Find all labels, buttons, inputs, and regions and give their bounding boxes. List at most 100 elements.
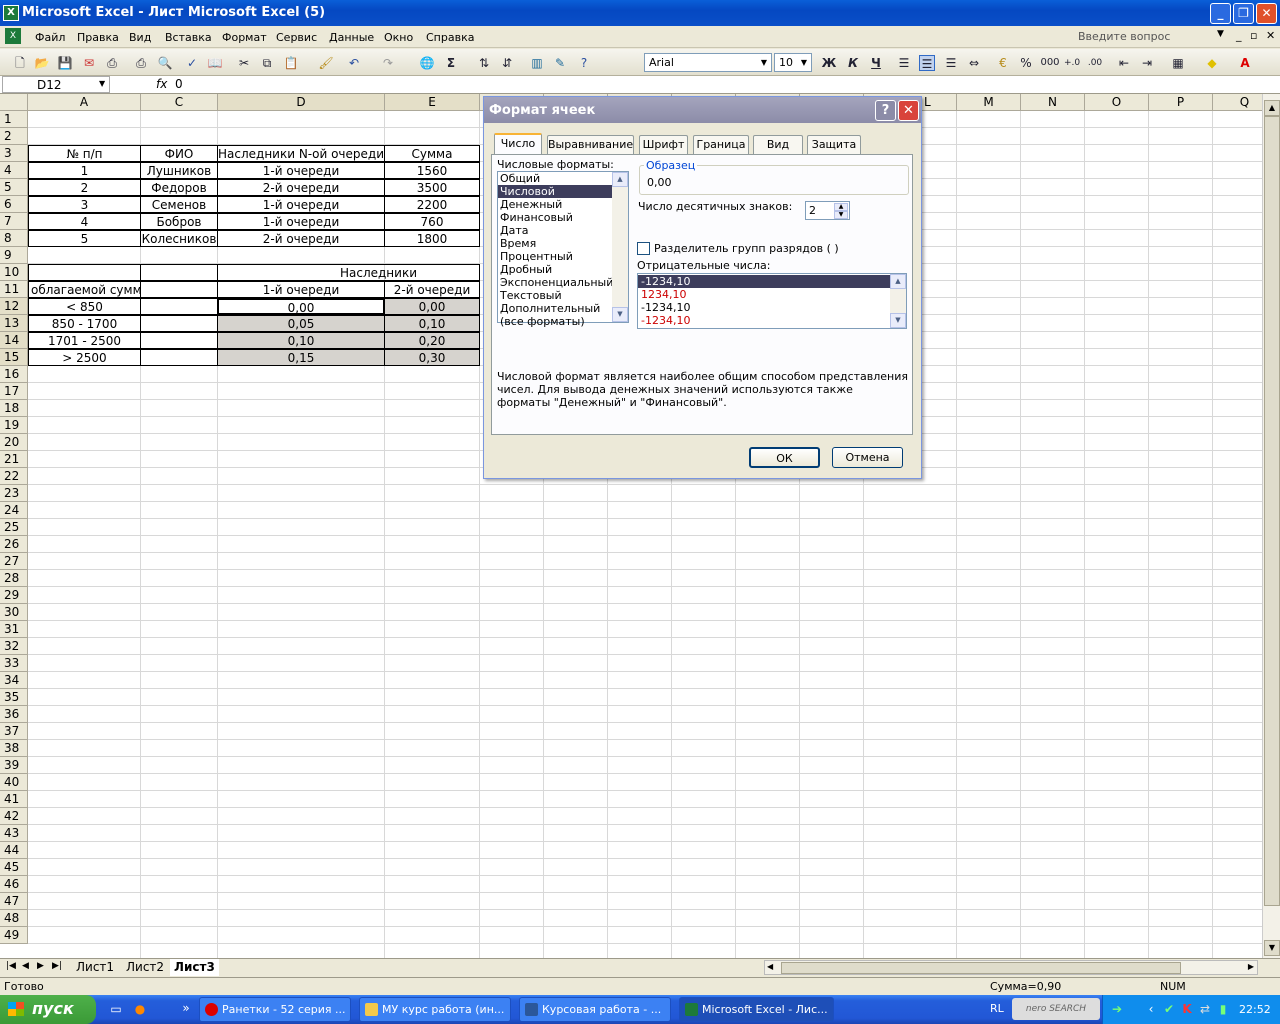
table2-cell[interactable]: < 850 [28,298,141,315]
list-item-selected[interactable]: -1234,10 [638,275,890,288]
row-header[interactable]: 20 [0,434,28,451]
scroll-down-icon[interactable]: ▼ [1264,940,1280,956]
tray-network-icon[interactable]: ⇄ [1197,1001,1213,1017]
scroll-thumb[interactable] [1264,116,1280,906]
row-header[interactable]: 2 [0,128,28,145]
table2-col-a-header[interactable]: облагаемой суммы МРОТ [28,281,141,298]
bold-button[interactable]: Ж [821,55,837,71]
table1-cell[interactable]: Колесников [140,230,218,247]
row-header[interactable]: 37 [0,723,28,740]
list-item[interactable]: Дополнительный [498,302,612,315]
list-scrollbar[interactable]: ▲ ▼ [612,172,628,322]
list-item[interactable]: Экспоненциальный [498,276,613,289]
sheet-tab[interactable]: Лист1 [72,959,118,976]
menu-format[interactable]: Формат [222,31,267,44]
menu-data[interactable]: Данные [329,31,374,44]
doc-minimize-button[interactable]: _ [1236,29,1242,42]
merge-center-icon[interactable]: ⇔ [966,55,982,71]
quicklaunch-firefox-icon[interactable]: ● [132,1001,148,1017]
menu-view[interactable]: Вид [129,31,151,44]
row-header[interactable]: 26 [0,536,28,553]
row-header[interactable]: 39 [0,757,28,774]
task-word[interactable]: Курсовая работа - ... [519,997,671,1022]
tray-antivirus-icon[interactable]: K [1179,1001,1195,1017]
table2-cell[interactable] [140,349,218,366]
quicklaunch-desktop-icon[interactable]: ▭ [108,1001,124,1017]
excel-app-icon[interactable]: X [3,5,19,21]
format-category-list[interactable]: Общий Числовой Денежный Финансовый Дата … [497,171,629,328]
row-header[interactable]: 24 [0,502,28,519]
scroll-up-icon[interactable]: ▲ [890,274,906,289]
function-icon[interactable]: fx [156,77,167,91]
quicklaunch-more-icon[interactable]: » [178,1000,194,1016]
row-header[interactable]: 16 [0,366,28,383]
paste-icon[interactable]: 📋 [283,55,299,71]
column-header[interactable]: P [1149,94,1213,111]
row-header[interactable]: 31 [0,621,28,638]
table1-cell[interactable]: Семенов [140,196,218,213]
first-sheet-icon[interactable]: |◀ [6,961,16,971]
sheet-tab[interactable]: Лист2 [122,959,168,976]
drawing-icon[interactable]: ✎ [552,55,568,71]
table1-cell[interactable]: 5 [28,230,141,247]
column-header[interactable]: M [957,94,1021,111]
percent-button[interactable]: % [1018,55,1034,71]
tray-app-icon[interactable]: ✔ [1161,1001,1177,1017]
tray-arrow-icon[interactable]: ➔ [1109,1001,1125,1017]
task-folder[interactable]: МУ курс работа (ин... [359,997,511,1022]
decrease-decimal-icon[interactable]: .00 [1087,55,1103,71]
table1-cell[interactable]: 3500 [384,179,480,196]
doc-restore-button[interactable]: ▫ [1250,29,1257,42]
menu-file[interactable]: Файл [35,31,65,44]
menu-help[interactable]: Справка [426,31,474,44]
name-box[interactable]: D12 [2,76,110,93]
workbook-icon[interactable]: X [5,28,21,44]
table2-cell[interactable]: 1701 - 2500 [28,332,141,349]
spinner-up-icon[interactable]: ▲ [834,203,848,211]
sort-desc-icon[interactable]: ⇵ [499,55,515,71]
table2-cell[interactable]: 0,30 [384,349,480,366]
nero-search-box[interactable]: nero SEARCH [1012,998,1100,1020]
chart-wizard-icon[interactable]: ▥ [529,55,545,71]
row-header[interactable]: 13 [0,315,28,332]
ask-dropdown-icon[interactable]: ▼ [1217,29,1224,39]
row-header[interactable]: 29 [0,587,28,604]
format-painter-icon[interactable]: 🖌 [318,55,334,71]
print-preview-icon[interactable]: 🔍 [157,55,173,71]
table2-cell[interactable]: 850 - 1700 [28,315,141,332]
row-header[interactable]: 6 [0,196,28,213]
table1-cell[interactable]: 1800 [384,230,480,247]
table1-cell[interactable]: 2200 [384,196,480,213]
list-item[interactable]: -1234,10 [638,301,890,314]
font-color-icon[interactable]: A [1237,55,1253,71]
thousands-button[interactable]: 000 [1040,55,1060,71]
row-header[interactable]: 8 [0,230,28,247]
list-item[interactable]: Финансовый [498,211,612,224]
table2-cell[interactable] [28,264,141,281]
tray-signal-icon[interactable]: ▮ [1215,1001,1231,1017]
tab-font[interactable]: Шрифт [639,135,688,154]
print-quick-icon[interactable]: ⎙ [104,55,120,71]
row-header[interactable]: 11 [0,281,28,298]
table1-header[interactable]: № п/п [28,145,141,162]
table1-cell[interactable]: 1560 [384,162,480,179]
row-header[interactable]: 49 [0,927,28,944]
help-icon[interactable]: ? [576,55,592,71]
tab-protection[interactable]: Защита [807,135,861,154]
doc-close-button[interactable]: ✕ [1266,29,1275,42]
increase-indent-icon[interactable]: ⇥ [1139,55,1155,71]
font-name-combo[interactable]: Arial ▼ [644,53,772,72]
table2-sub-header[interactable]: 2-й очереди [384,281,480,298]
row-header[interactable]: 34 [0,672,28,689]
scroll-up-icon[interactable]: ▲ [1264,100,1280,116]
increase-decimal-icon[interactable]: +.0 [1064,55,1080,71]
table2-cell[interactable] [140,298,218,315]
list-item[interactable]: Дата [498,224,612,237]
align-left-icon[interactable]: ☰ [896,55,912,71]
table1-header[interactable]: Сумма [384,145,480,162]
sheet-tab-active[interactable]: Лист3 [170,959,219,976]
menu-insert[interactable]: Вставка [165,31,212,44]
list-item[interactable]: Денежный [498,198,612,211]
redo-icon[interactable]: ↷ [380,55,396,71]
tab-view[interactable]: Вид [753,135,803,154]
